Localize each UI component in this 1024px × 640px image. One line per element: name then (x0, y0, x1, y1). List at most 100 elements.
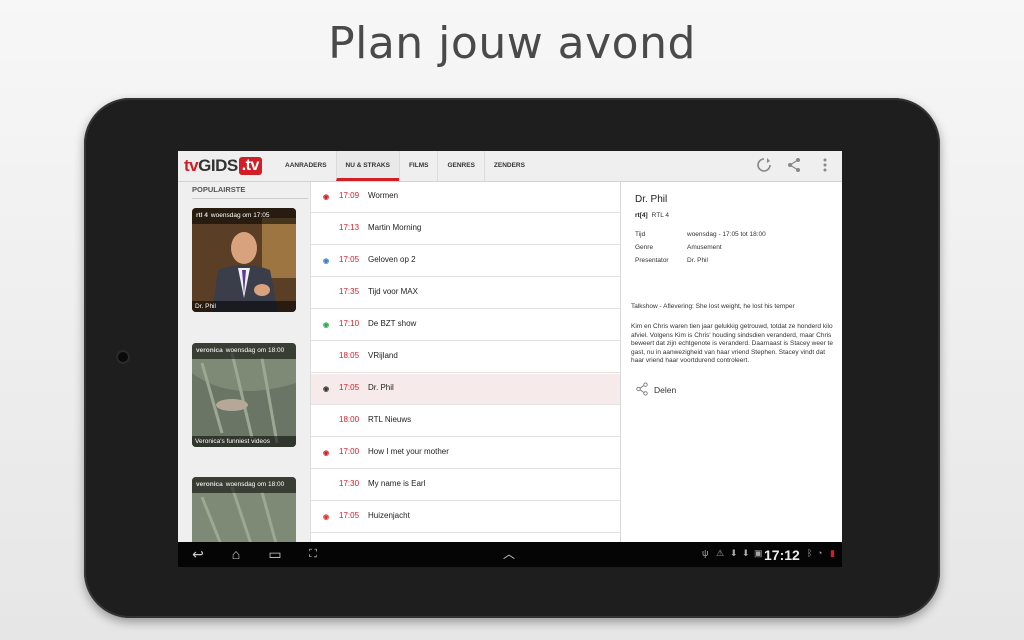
program-row[interactable]: ◉ 17:00 How I met your mother (311, 438, 621, 469)
app-screen: tv GIDS .tv AANRADERS NU & STRAKS FILMS GE… (178, 151, 842, 567)
program-time: 17:30 (339, 479, 360, 488)
program-row[interactable]: 17:13 Martin Morning (311, 214, 621, 245)
image-icon: ▣ (754, 548, 763, 558)
program-row[interactable]: 18:05 VRijland (311, 342, 621, 373)
card-meta: veronica woensdag om 18:00 (192, 343, 296, 359)
system-navigation-bar: ↩ ⌂ ▭ ⛶ ︿ ψ ⚠ ⬇ ⬇ ▣ 17:12 ᛒ ◔ ▮ (178, 542, 842, 567)
program-title: Tijd voor MAX (368, 287, 418, 296)
program-time: 17:05 (339, 511, 360, 520)
tab-genres[interactable]: GENRES (437, 151, 483, 181)
home-icon[interactable]: ⌂ (226, 546, 246, 563)
tab-zenders[interactable]: ZENDERS (483, 151, 534, 181)
program-title: Martin Morning (368, 223, 422, 232)
battery-icon: ▮ (830, 548, 835, 558)
tab-aanraders[interactable]: AANRADERS (276, 151, 336, 181)
screenshot-icon[interactable]: ⛶ (303, 546, 323, 563)
share-icon[interactable] (785, 157, 803, 175)
back-icon[interactable]: ↩ (188, 546, 208, 563)
bluetooth-icon: ᛒ (807, 548, 813, 558)
popular-card[interactable]: veronica woensdag om 18:00 (192, 477, 296, 547)
program-title: Geloven op 2 (368, 255, 416, 264)
channel-logo-icon: ◉ (322, 386, 330, 393)
detail-value: Dr. Phil (687, 257, 708, 264)
program-time: 18:05 (339, 351, 360, 360)
chevron-up-icon[interactable]: ︿ (499, 546, 519, 563)
program-time: 17:09 (339, 191, 360, 200)
program-title: Huizenjacht (368, 511, 410, 520)
program-list: ◉ 17:09 Wormen 17:13 Martin Morning ◉ 17:05 Gel… (310, 182, 629, 542)
program-row[interactable]: 17:30 My name is Earl (311, 470, 621, 501)
program-title: De BZT show (368, 319, 417, 328)
program-row[interactable]: ◉ 17:09 Wormen (311, 182, 621, 213)
program-time: 17:13 (339, 223, 360, 232)
program-title: Wormen (368, 191, 399, 200)
program-row[interactable]: ◉ 17:05 Geloven op 2 (311, 246, 621, 277)
headline: Plan jouw avond (328, 18, 696, 69)
program-time: 17:10 (339, 319, 360, 328)
detail-value: Amusement (687, 244, 722, 251)
recent-apps-icon[interactable]: ▭ (265, 546, 285, 563)
program-row[interactable]: ◉ 17:05 Dr. Phil (311, 374, 629, 406)
detail-key: Tijd (635, 231, 646, 238)
program-time: 18:00 (339, 415, 360, 424)
program-time: 17:05 (339, 383, 360, 392)
tab-nu-straks[interactable]: NU & STRAKS (335, 151, 399, 181)
detail-value: woensdag - 17:05 tot 18:00 (687, 231, 766, 238)
channel-logo-icon: ◉ (322, 322, 330, 329)
detail-key: Genre (635, 244, 654, 251)
logo-part-dottv: .tv (238, 157, 262, 175)
usb-icon: ψ (702, 548, 709, 558)
program-title: VRijland (368, 351, 398, 360)
card-caption: Dr. Phil (192, 301, 296, 312)
detail-row-presenter: Presentator Dr. Phil (635, 257, 835, 270)
share-label: Delen (654, 385, 677, 395)
share-button[interactable]: Delen (635, 382, 676, 398)
channel-logo-icon: ◉ (322, 258, 330, 265)
program-row[interactable]: ◉ 17:10 De BZT show (311, 310, 621, 341)
program-time: 17:05 (339, 255, 360, 264)
tab-strip: AANRADERS NU & STRAKS FILMS GENRES ZENDE… (276, 151, 534, 181)
program-row[interactable]: 18:00 RTL Nieuws (311, 406, 621, 437)
program-title: How I met your mother (368, 447, 449, 456)
detail-description: Kim en Chris waren tien jaar gelukkig ge… (631, 323, 833, 365)
card-channel: veronica (196, 347, 223, 354)
detail-title: Dr. Phil (635, 194, 668, 205)
channel-logo-icon: ◉ (322, 450, 330, 457)
overflow-menu-icon[interactable] (816, 157, 834, 175)
popular-label: POPULAIRSTE (192, 185, 308, 199)
rtl4-logo-icon: rt[4] (635, 212, 648, 219)
card-time: woensdag om 17:05 (210, 212, 270, 219)
download-icon: ⬇ (742, 548, 750, 558)
detail-row-genre: Genre Amusement (635, 244, 835, 257)
tab-films[interactable]: FILMS (398, 151, 438, 181)
card-time: woensdag om 18:00 (225, 481, 285, 488)
popular-card[interactable]: veronica woensdag om 18:00 Veronica's fun… (192, 343, 296, 447)
card-time: woensdag om 18:00 (225, 347, 285, 354)
card-caption: Veronica's funniest videos (192, 436, 296, 447)
detail-panel: Dr. Phil rt[4] RTL 4 Tijd woensdag - 17:05… (620, 182, 842, 542)
detail-key: Presentator (635, 257, 669, 264)
popular-column: POPULAIRSTE rtl 4 woensdag om 17:05 Dr. P… (178, 182, 310, 547)
program-title: My name is Earl (368, 479, 426, 488)
wifi-icon: ◔ (817, 548, 823, 558)
card-channel: rtl 4 (196, 212, 208, 219)
share-icon (635, 382, 649, 398)
program-time: 17:35 (339, 287, 360, 296)
channel-logo-icon: ◉ (322, 194, 330, 201)
logo-part-tv: tv (184, 156, 199, 175)
clock: 17:12 (764, 547, 800, 563)
popular-card[interactable]: rtl 4 woensdag om 17:05 Dr. Phil (192, 208, 296, 312)
detail-subtitle: Talkshow - Aflevering: She lost weight, … (631, 303, 795, 310)
action-bar: tv GIDS .tv AANRADERS NU & STRAKS FILMS GE… (178, 151, 842, 182)
program-row[interactable]: 17:35 Tijd voor MAX (311, 278, 621, 309)
detail-row-time: Tijd woensdag - 17:05 tot 18:00 (635, 231, 835, 244)
tvgids-logo[interactable]: tv GIDS .tv (184, 155, 262, 177)
card-meta: rtl 4 woensdag om 17:05 (192, 208, 296, 224)
logo-part-gids: GIDS (198, 156, 238, 175)
refresh-icon[interactable] (755, 157, 773, 175)
download-icon: ⬇ (730, 548, 738, 558)
program-title: Dr. Phil (368, 383, 394, 392)
camera-lens (116, 350, 130, 364)
debug-icon: ⚠ (716, 548, 725, 558)
program-row[interactable]: ◉ 17:05 Huizenjacht (311, 502, 621, 533)
